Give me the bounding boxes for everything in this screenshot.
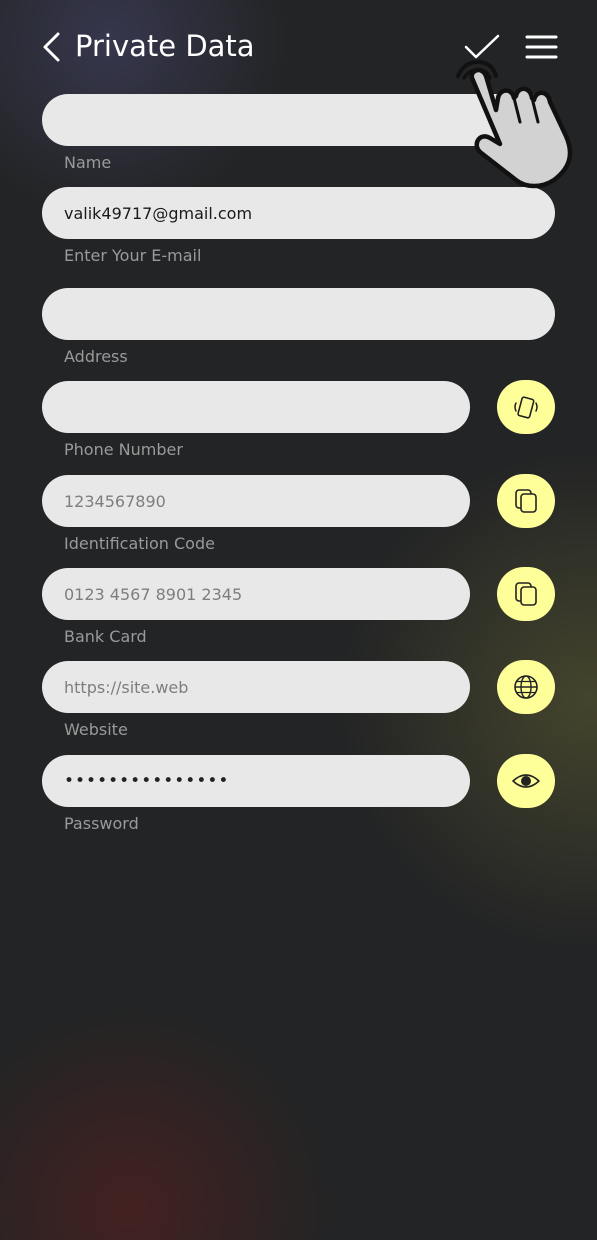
email-input[interactable]: valik49717@gmail.com bbox=[42, 187, 555, 239]
id-code-input[interactable]: 1234567890 bbox=[42, 475, 470, 527]
copy-bank-card-button[interactable] bbox=[497, 567, 555, 621]
chevron-left-icon[interactable] bbox=[38, 30, 68, 64]
phone-label: Phone Number bbox=[64, 440, 183, 459]
password-input[interactable]: ••••••••••••••• bbox=[42, 755, 470, 807]
bank-card-label: Bank Card bbox=[64, 627, 147, 646]
page-title: Private Data bbox=[75, 29, 255, 63]
website-input[interactable]: https://site.web bbox=[42, 661, 470, 713]
password-label: Password bbox=[64, 814, 139, 833]
address-label: Address bbox=[64, 347, 128, 366]
eye-icon bbox=[512, 774, 540, 788]
call-button[interactable] bbox=[497, 380, 555, 434]
phone-vibrate-icon bbox=[514, 396, 538, 419]
show-password-button[interactable] bbox=[497, 754, 555, 808]
id-code-label: Identification Code bbox=[64, 534, 215, 553]
globe-icon bbox=[514, 675, 538, 699]
phone-input[interactable] bbox=[42, 381, 470, 433]
name-label: Name bbox=[64, 153, 112, 172]
email-label: Enter Your E-mail bbox=[64, 246, 202, 265]
bank-card-input[interactable]: 0123 4567 8901 2345 bbox=[42, 568, 470, 620]
address-input[interactable] bbox=[42, 288, 555, 340]
open-website-button[interactable] bbox=[497, 660, 555, 714]
tap-hand-icon bbox=[456, 59, 573, 189]
copy-icon bbox=[515, 489, 537, 513]
copy-icon bbox=[515, 582, 537, 606]
website-label: Website bbox=[64, 720, 128, 739]
copy-id-code-button[interactable] bbox=[497, 474, 555, 528]
